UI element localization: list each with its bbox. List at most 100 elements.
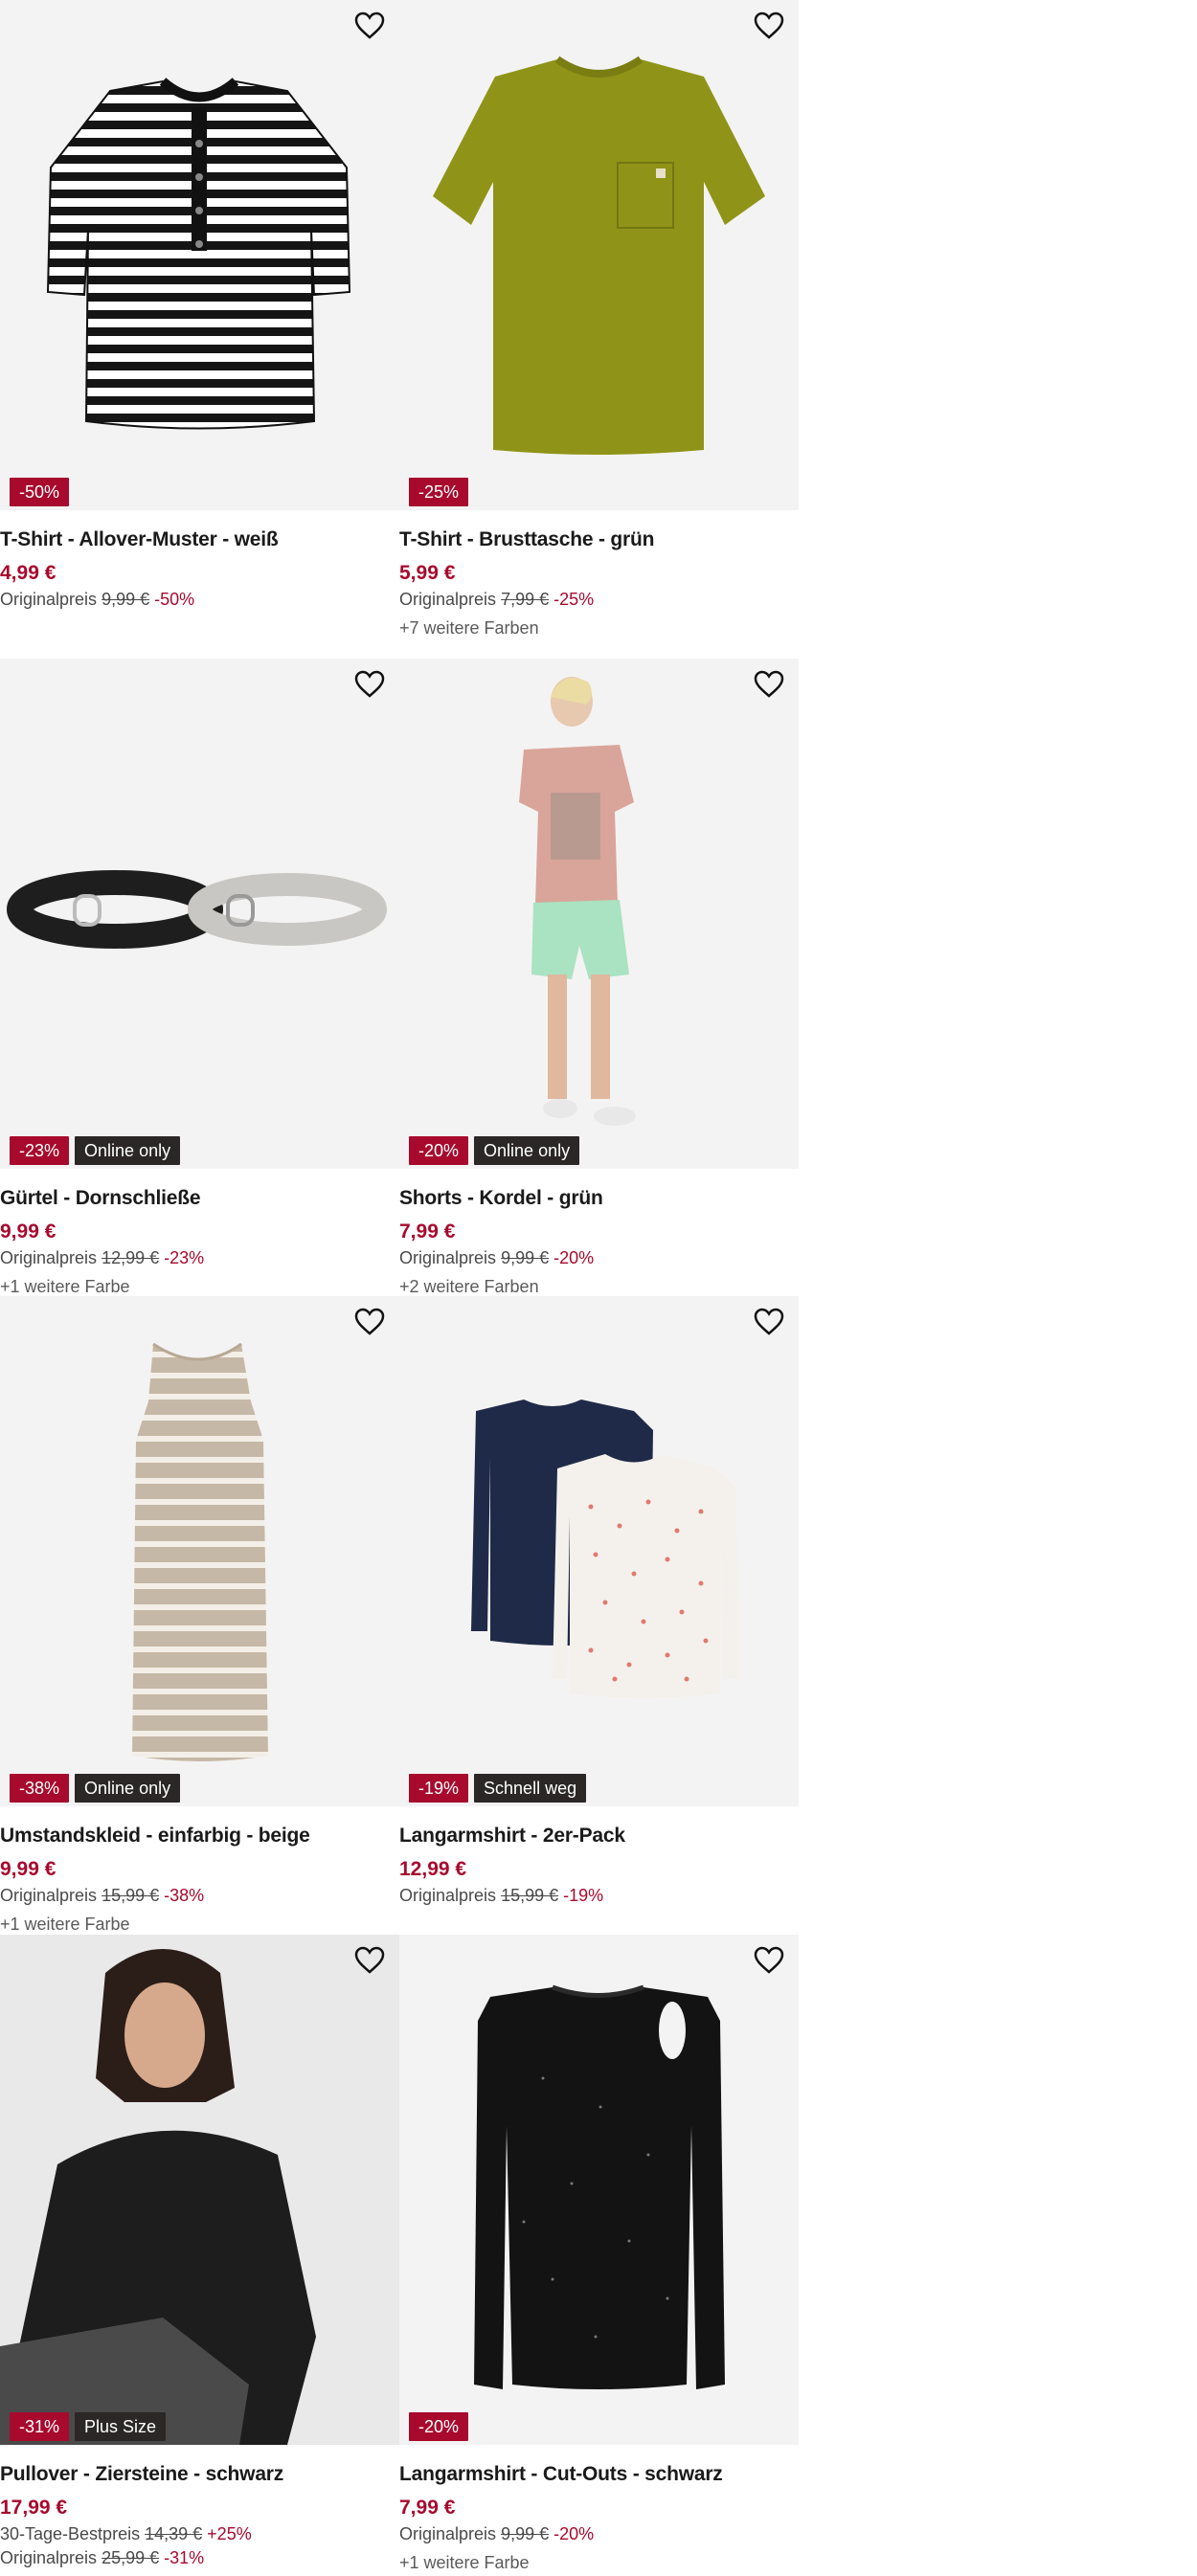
product-image[interactable]: -19% Schnell weg bbox=[399, 1296, 799, 1806]
prior-price: 14,39 € bbox=[145, 2524, 203, 2543]
original-price: 9,99 € bbox=[501, 1248, 550, 1267]
original-discount: -19% bbox=[563, 1886, 604, 1905]
product-info: T-Shirt - Brusttasche - grün 5,99 € Orig… bbox=[399, 526, 792, 641]
original-price: 25,99 € bbox=[102, 2548, 160, 2567]
shorts-model-image bbox=[519, 677, 636, 1126]
wishlist-heart-icon[interactable] bbox=[753, 670, 785, 699]
product-title[interactable]: Umstandskleid - einfarbig - beige bbox=[0, 1823, 393, 1849]
original-price-line: Originalpreis 9,99 € -20% bbox=[399, 1246, 792, 1270]
more-colors-link[interactable]: +1 weitere Farbe bbox=[0, 1912, 393, 1938]
plus-size-badge: Plus Size bbox=[75, 2412, 167, 2441]
product-image[interactable]: -50% bbox=[0, 0, 399, 510]
sale-price: 9,99 € bbox=[0, 1221, 56, 1243]
wishlist-heart-icon[interactable] bbox=[353, 1308, 386, 1336]
striped-dress-image bbox=[132, 1342, 268, 1761]
product-image[interactable]: -20% Online only bbox=[399, 659, 799, 1169]
schnell-weg-badge: Schnell weg bbox=[474, 1774, 587, 1803]
original-price: 15,99 € bbox=[102, 1886, 160, 1905]
product-image[interactable]: -31% Plus Size bbox=[0, 1935, 399, 2445]
product-info: Umstandskleid - einfarbig - beige 9,99 €… bbox=[0, 1823, 393, 1938]
original-discount: -23% bbox=[164, 1248, 205, 1267]
prior-price-label: 30-Tage-Bestpreis bbox=[0, 2524, 141, 2543]
product-title[interactable]: Gürtel - Dornschließe bbox=[0, 1185, 393, 1212]
product-title[interactable]: Pullover - Ziersteine - schwarz bbox=[0, 2461, 393, 2488]
badge-list: -20% Online only bbox=[409, 1136, 580, 1165]
discount-badge: -20% bbox=[409, 1136, 469, 1165]
original-discount: -20% bbox=[553, 1248, 595, 1267]
original-price: 7,99 € bbox=[501, 590, 550, 609]
original-price-line: Originalpreis 9,99 € -50% bbox=[0, 588, 393, 612]
wishlist-heart-icon[interactable] bbox=[353, 670, 386, 699]
sale-price: 12,99 € bbox=[399, 1858, 467, 1880]
product-title[interactable]: T-Shirt - Brusttasche - grün bbox=[399, 526, 792, 553]
original-price: 9,99 € bbox=[501, 2524, 550, 2543]
sale-price: 9,99 € bbox=[0, 1858, 56, 1880]
product-title[interactable]: Langarmshirt - Cut-Outs - schwarz bbox=[399, 2461, 792, 2488]
discount-badge: -38% bbox=[10, 1774, 70, 1803]
original-discount: -31% bbox=[164, 2548, 205, 2567]
product-info: Pullover - Ziersteine - schwarz 17,99 € … bbox=[0, 2461, 393, 2570]
online-only-badge: Online only bbox=[75, 1136, 181, 1165]
original-price: 9,99 € bbox=[102, 590, 150, 609]
wishlist-heart-icon[interactable] bbox=[753, 1946, 785, 1975]
original-discount: -25% bbox=[553, 590, 595, 609]
original-price-line: Originalpreis 7,99 € -25% bbox=[399, 588, 792, 612]
discount-badge: -23% bbox=[10, 1136, 70, 1165]
online-only-badge: Online only bbox=[75, 1774, 181, 1803]
badge-list: -25% bbox=[409, 478, 469, 506]
discount-badge: -25% bbox=[409, 478, 469, 506]
original-price-label: Originalpreis bbox=[399, 2524, 497, 2543]
more-colors-link[interactable]: +1 weitere Farbe bbox=[399, 2550, 792, 2576]
product-image[interactable]: -38% Online only bbox=[0, 1296, 399, 1806]
prior-difference: +25% bbox=[207, 2524, 252, 2543]
green-tshirt-image bbox=[433, 56, 765, 455]
original-price-line: Originalpreis 12,99 € -23% bbox=[0, 1246, 393, 1270]
wishlist-heart-icon[interactable] bbox=[353, 11, 386, 40]
wishlist-heart-icon[interactable] bbox=[753, 1308, 785, 1336]
original-price-label: Originalpreis bbox=[399, 590, 497, 609]
original-price-line: Originalpreis 15,99 € -19% bbox=[399, 1884, 792, 1908]
sale-price: 5,99 € bbox=[399, 562, 456, 584]
product-info: Gürtel - Dornschließe 9,99 € Originalpre… bbox=[0, 1185, 393, 1300]
product-image[interactable]: -23% Online only bbox=[0, 659, 399, 1169]
wishlist-heart-icon[interactable] bbox=[353, 1946, 386, 1975]
original-price: 12,99 € bbox=[102, 1248, 160, 1267]
original-price-label: Originalpreis bbox=[399, 1886, 497, 1905]
longsleeve-2pack-image bbox=[471, 1400, 739, 1698]
badge-list: -50% bbox=[10, 478, 70, 506]
prior-price-line: 30-Tage-Bestpreis 14,39 € +25% bbox=[0, 2522, 393, 2546]
original-discount: -20% bbox=[553, 2524, 595, 2543]
original-price-line: Originalpreis 25,99 € -31% bbox=[0, 2546, 393, 2570]
original-price-label: Originalpreis bbox=[399, 1248, 497, 1267]
product-info: Langarmshirt - Cut-Outs - schwarz 7,99 €… bbox=[399, 2461, 792, 2576]
discount-badge: -31% bbox=[10, 2412, 70, 2441]
cutout-longsleeve-image bbox=[474, 1984, 725, 2389]
product-title[interactable]: Langarmshirt - 2er-Pack bbox=[399, 1823, 792, 1849]
sale-price: 7,99 € bbox=[399, 2497, 456, 2519]
discount-badge: -19% bbox=[409, 1774, 469, 1803]
online-only-badge: Online only bbox=[474, 1136, 580, 1165]
pullover-model-image bbox=[0, 1935, 399, 2445]
badge-list: -20% bbox=[409, 2412, 469, 2441]
original-price-label: Originalpreis bbox=[0, 590, 98, 609]
product-image[interactable]: -20% bbox=[399, 1935, 799, 2445]
product-image[interactable]: -25% bbox=[399, 0, 799, 510]
original-price-line: Originalpreis 9,99 € -20% bbox=[399, 2522, 792, 2546]
sale-price: 7,99 € bbox=[399, 1221, 456, 1243]
badge-list: -19% Schnell weg bbox=[409, 1774, 587, 1803]
product-info: T-Shirt - Allover-Muster - weiß 4,99 € O… bbox=[0, 526, 393, 612]
badge-list: -31% Plus Size bbox=[10, 2412, 167, 2441]
badge-list: -38% Online only bbox=[10, 1774, 181, 1803]
more-colors-link[interactable]: +7 weitere Farben bbox=[399, 616, 792, 641]
original-price-label: Originalpreis bbox=[0, 1886, 98, 1905]
discount-badge: -50% bbox=[10, 478, 70, 506]
product-title[interactable]: Shorts - Kordel - grün bbox=[399, 1185, 792, 1212]
original-price: 15,99 € bbox=[501, 1886, 559, 1905]
product-title[interactable]: T-Shirt - Allover-Muster - weiß bbox=[0, 526, 393, 553]
badge-list: -23% Online only bbox=[10, 1136, 181, 1165]
sale-price: 17,99 € bbox=[0, 2497, 68, 2519]
original-price-label: Originalpreis bbox=[0, 1248, 98, 1267]
wishlist-heart-icon[interactable] bbox=[753, 11, 785, 40]
original-price-line: Originalpreis 15,99 € -38% bbox=[0, 1884, 393, 1908]
discount-badge: -20% bbox=[409, 2412, 469, 2441]
